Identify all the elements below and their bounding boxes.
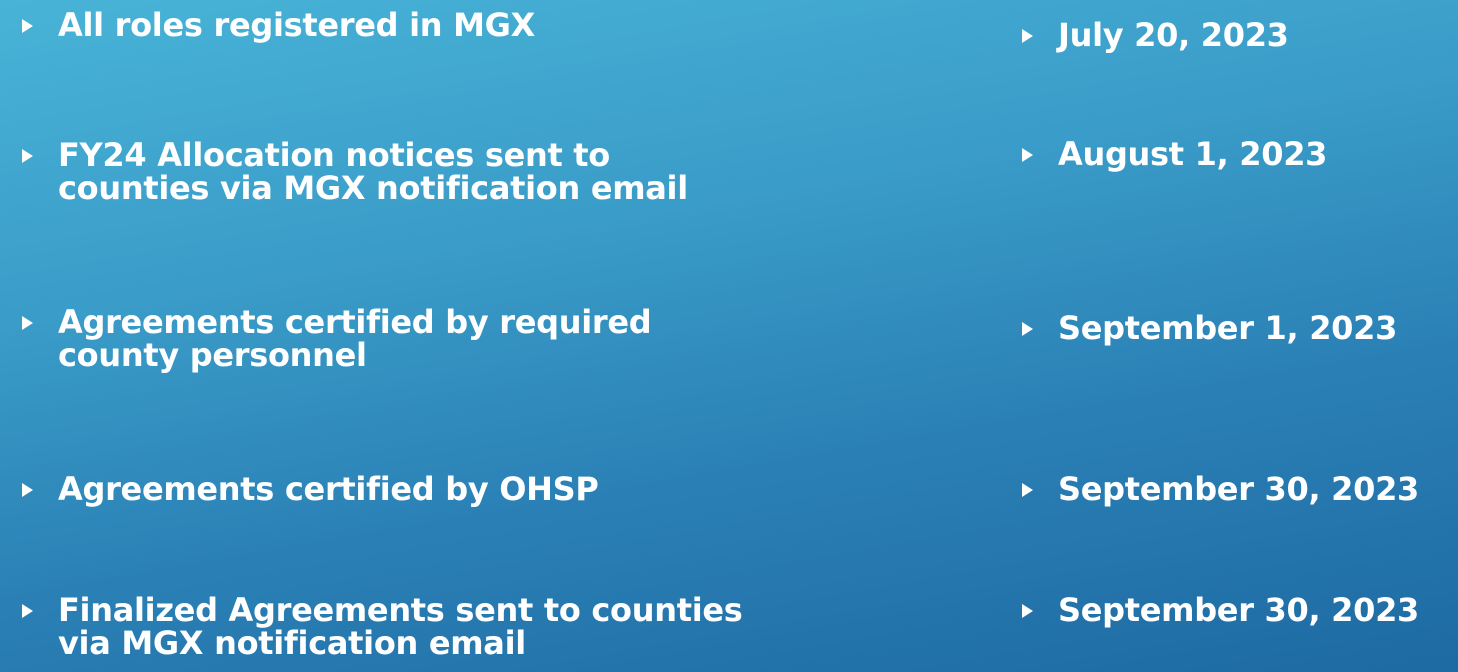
triangle-bullet-icon — [22, 149, 33, 163]
triangle-bullet-icon — [1022, 148, 1033, 162]
triangle-bullet-icon — [22, 19, 33, 33]
triangle-bullet-icon — [22, 604, 33, 618]
milestone-task-line: All roles registered in MGX — [58, 6, 535, 44]
milestone-date: August 1, 2023 — [1058, 135, 1328, 173]
milestone-task-line: counties via MGX notification email — [58, 169, 688, 207]
milestone-task: All roles registered in MGX — [58, 9, 888, 42]
milestone-task: Finalized Agreements sent to counties vi… — [58, 594, 888, 660]
triangle-bullet-icon — [1022, 604, 1033, 618]
milestone-date: September 1, 2023 — [1058, 309, 1398, 347]
milestone-date: September 30, 2023 — [1058, 470, 1420, 508]
milestone-date: September 30, 2023 — [1058, 591, 1420, 629]
milestone-task: Agreements certified by required county … — [58, 306, 888, 372]
milestone-task-line: Agreements certified by OHSP — [58, 470, 599, 508]
milestone-task: Agreements certified by OHSP — [58, 473, 888, 506]
triangle-bullet-icon — [1022, 29, 1033, 43]
milestone-date: July 20, 2023 — [1058, 16, 1289, 54]
milestone-task-line: Agreements certified by required — [58, 303, 652, 341]
milestone-task-line: county personnel — [58, 336, 367, 374]
triangle-bullet-icon — [22, 483, 33, 497]
milestone-task-line: via MGX notification email — [58, 624, 526, 662]
triangle-bullet-icon — [22, 316, 33, 330]
milestone-task-line: Finalized Agreements sent to counties — [58, 591, 743, 629]
milestone-task-line: FY24 Allocation notices sent to — [58, 136, 610, 174]
triangle-bullet-icon — [1022, 483, 1033, 497]
triangle-bullet-icon — [1022, 322, 1033, 336]
milestone-task: FY24 Allocation notices sent to counties… — [58, 139, 888, 205]
